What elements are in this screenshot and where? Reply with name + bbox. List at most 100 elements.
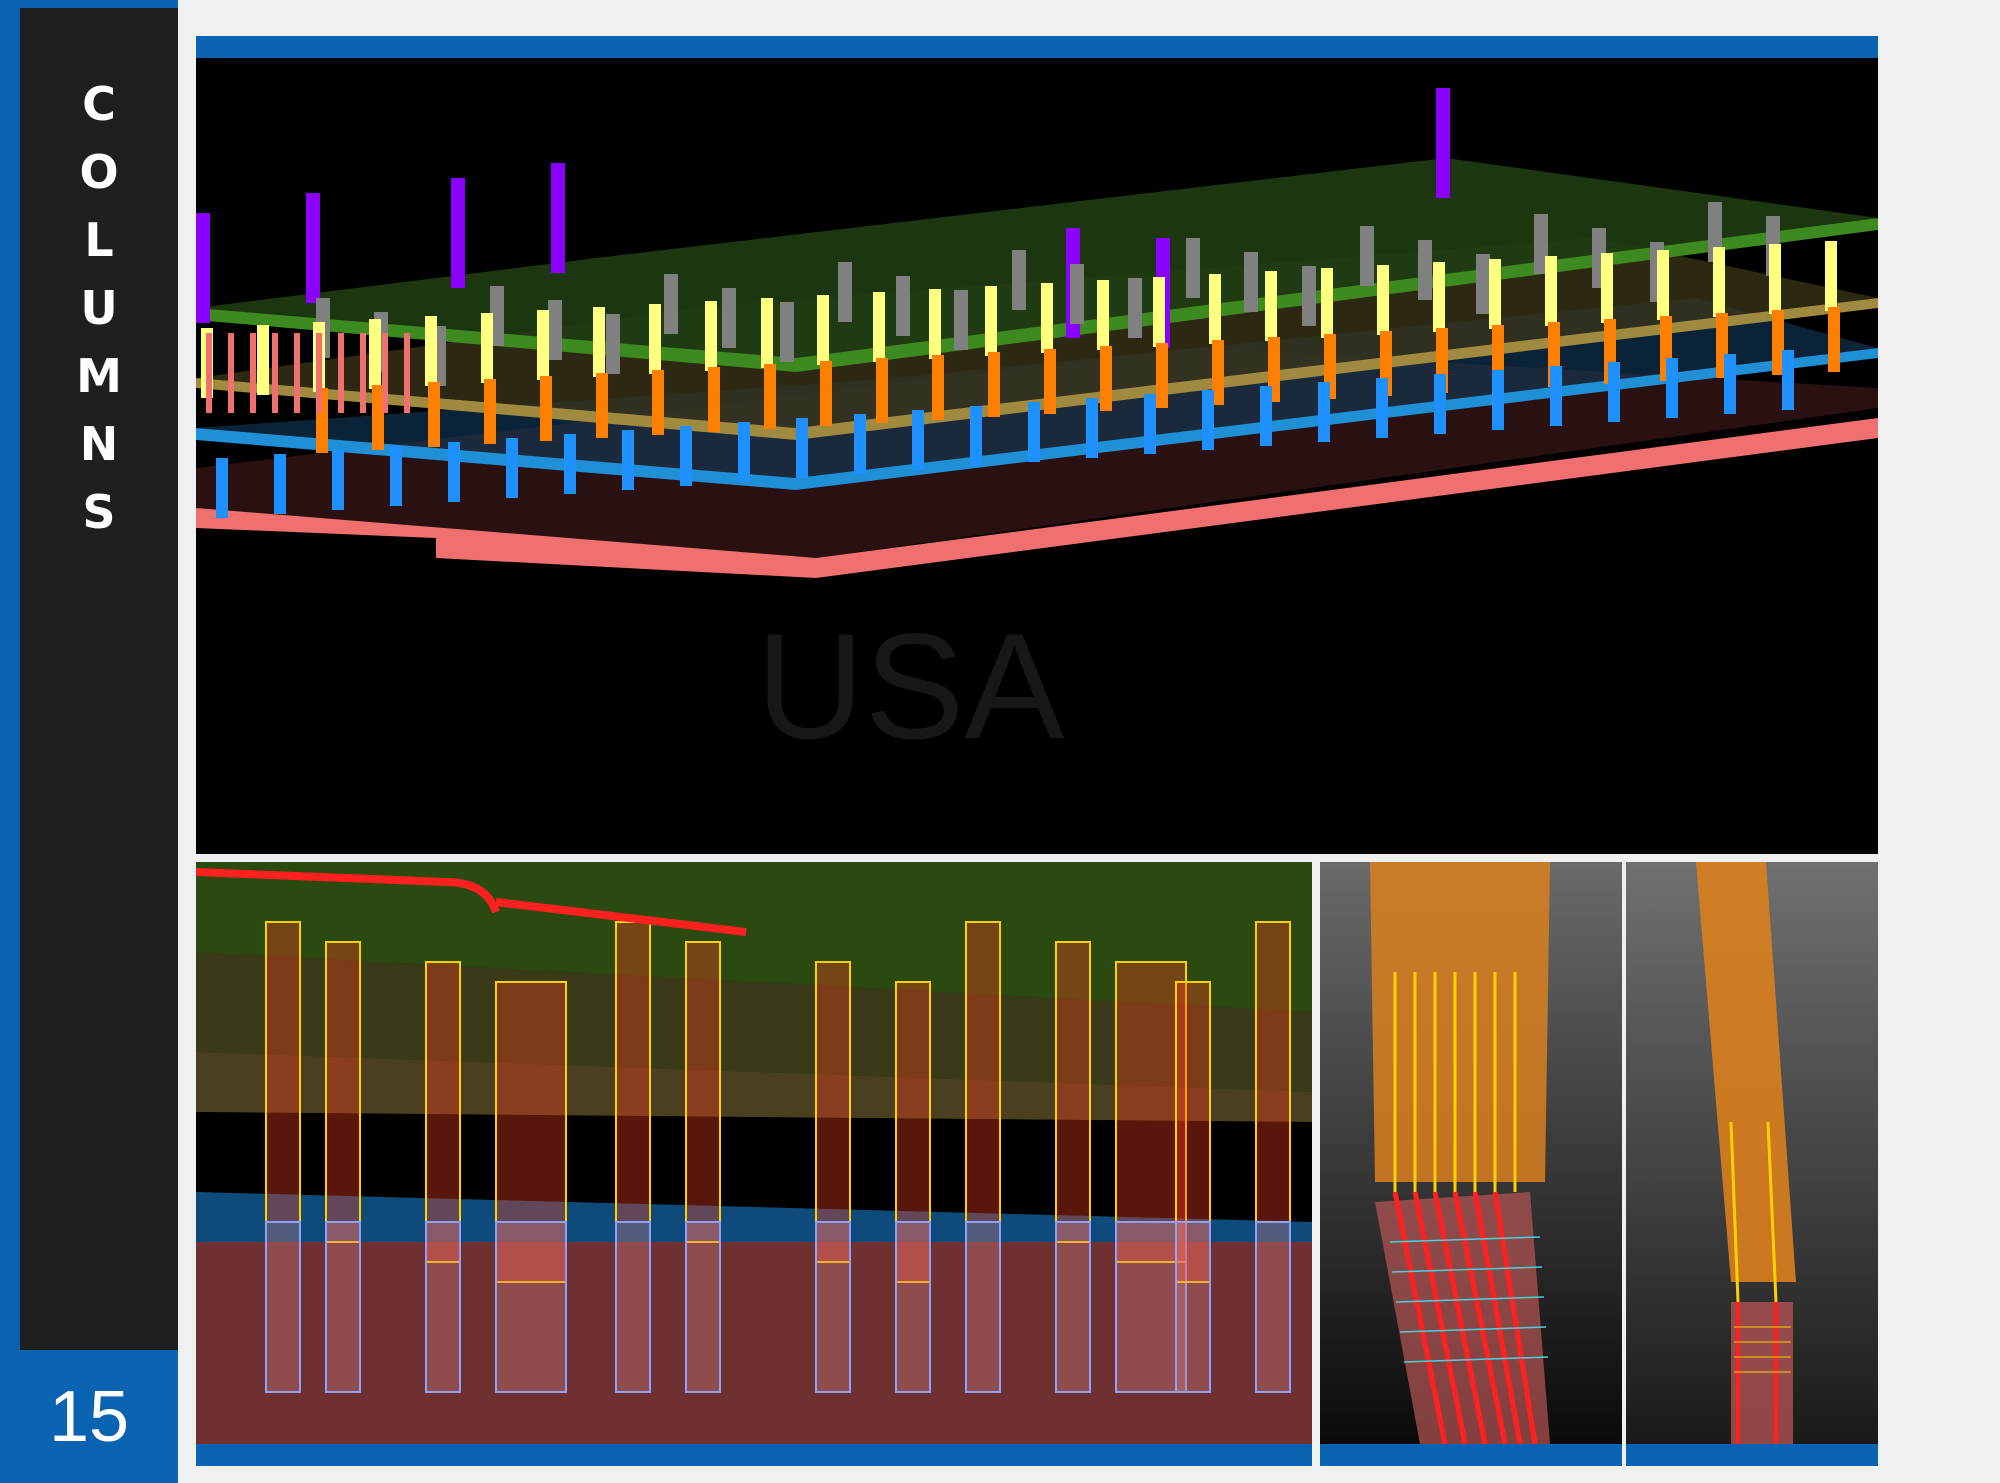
model-column <box>274 454 286 514</box>
rebar-column <box>685 1221 721 1393</box>
model-column <box>481 313 493 383</box>
model-column <box>652 370 664 435</box>
bottom-left-frame-bar <box>196 1444 1312 1466</box>
rebar-column <box>425 1221 461 1393</box>
model-column <box>1666 358 1678 418</box>
model-column <box>796 418 808 478</box>
model-column <box>1825 241 1837 311</box>
rebar-column <box>965 1221 1001 1393</box>
model-column <box>1434 374 1446 434</box>
inclined-column-image <box>1320 862 1622 1444</box>
model-column <box>780 302 794 362</box>
model-column <box>1724 354 1736 414</box>
model-column <box>206 333 212 413</box>
rebar-column <box>615 1221 651 1393</box>
model-column <box>873 292 885 362</box>
model-column <box>564 434 576 494</box>
model-column <box>1321 268 1333 338</box>
rebar-detail-graphic <box>196 862 1312 1444</box>
model-column <box>1100 346 1112 411</box>
model-column <box>404 333 410 413</box>
model-column <box>316 333 322 413</box>
model-column <box>537 310 549 380</box>
model-column <box>1713 247 1725 317</box>
model-column <box>506 438 518 498</box>
title-letter: L <box>84 213 114 267</box>
top-frame-bar <box>196 36 1878 58</box>
model-column <box>622 430 634 490</box>
model-column <box>250 333 256 413</box>
model-column <box>593 307 605 377</box>
model-column <box>932 355 944 420</box>
model-column <box>425 316 437 386</box>
model-column <box>540 376 552 441</box>
rebar-column <box>1055 1221 1091 1393</box>
model-column <box>1436 88 1450 198</box>
model-column <box>1476 254 1490 314</box>
model-column <box>1202 390 1214 450</box>
model-column <box>1418 240 1432 300</box>
section-title: C O L U M N S <box>20 70 178 546</box>
model-column <box>820 361 832 426</box>
model-column <box>1044 349 1056 414</box>
model-column <box>382 333 388 413</box>
bottom-right-frame-bar <box>1626 1444 1878 1466</box>
model-column <box>332 450 344 510</box>
model-column <box>876 358 888 423</box>
model-column <box>257 325 269 395</box>
rebar-column <box>815 961 851 1263</box>
model-column <box>1028 402 1040 462</box>
model-column <box>1489 259 1501 329</box>
model-column <box>649 304 661 374</box>
model-column <box>708 367 720 432</box>
title-letter: U <box>80 281 118 335</box>
model-column <box>294 333 300 413</box>
rebar-column <box>265 921 301 1223</box>
model-column <box>228 333 234 413</box>
model-column <box>705 301 717 371</box>
model-column <box>1302 266 1316 326</box>
title-letter: S <box>82 485 116 539</box>
model-column <box>954 290 968 350</box>
model-column <box>306 193 320 303</box>
model-column <box>1144 394 1156 454</box>
model-column <box>428 382 440 447</box>
model-column <box>1265 271 1277 341</box>
model-column <box>1318 382 1330 442</box>
rebar-column <box>685 941 721 1243</box>
model-column <box>1209 274 1221 344</box>
model-column <box>838 262 852 322</box>
model-column <box>272 333 278 413</box>
model-column <box>680 426 692 486</box>
model-column <box>1070 264 1084 324</box>
page-number: 15 <box>48 1376 130 1457</box>
rebar-column <box>615 921 651 1223</box>
model-column <box>912 410 924 470</box>
svg-text:USA: USA <box>756 602 1064 770</box>
model-column <box>548 300 562 360</box>
model-column <box>1128 278 1142 338</box>
model-column <box>1782 350 1794 410</box>
rebar-column <box>895 1221 931 1393</box>
title-letter: C <box>82 77 116 131</box>
rebar-column <box>1255 921 1291 1223</box>
model-column <box>606 314 620 374</box>
rebar-column <box>1055 941 1091 1243</box>
inclined-column-graphic <box>1320 862 1622 1444</box>
model-column <box>1608 362 1620 422</box>
rebar-column <box>965 921 1001 1223</box>
rebar-column <box>1175 1221 1211 1393</box>
model-column <box>1097 280 1109 350</box>
column-transition-graphic <box>1626 862 1878 1444</box>
title-letter: O <box>79 145 119 199</box>
model-column <box>1186 238 1200 298</box>
model-column <box>1377 265 1389 335</box>
model-column <box>854 414 866 474</box>
title-letter: N <box>79 417 119 471</box>
model-column <box>1657 250 1669 320</box>
model-column <box>1545 256 1557 326</box>
model-column <box>1601 253 1613 323</box>
structural-model-image: USA <box>196 58 1878 854</box>
model-column <box>1492 370 1504 430</box>
model-column <box>1041 283 1053 353</box>
